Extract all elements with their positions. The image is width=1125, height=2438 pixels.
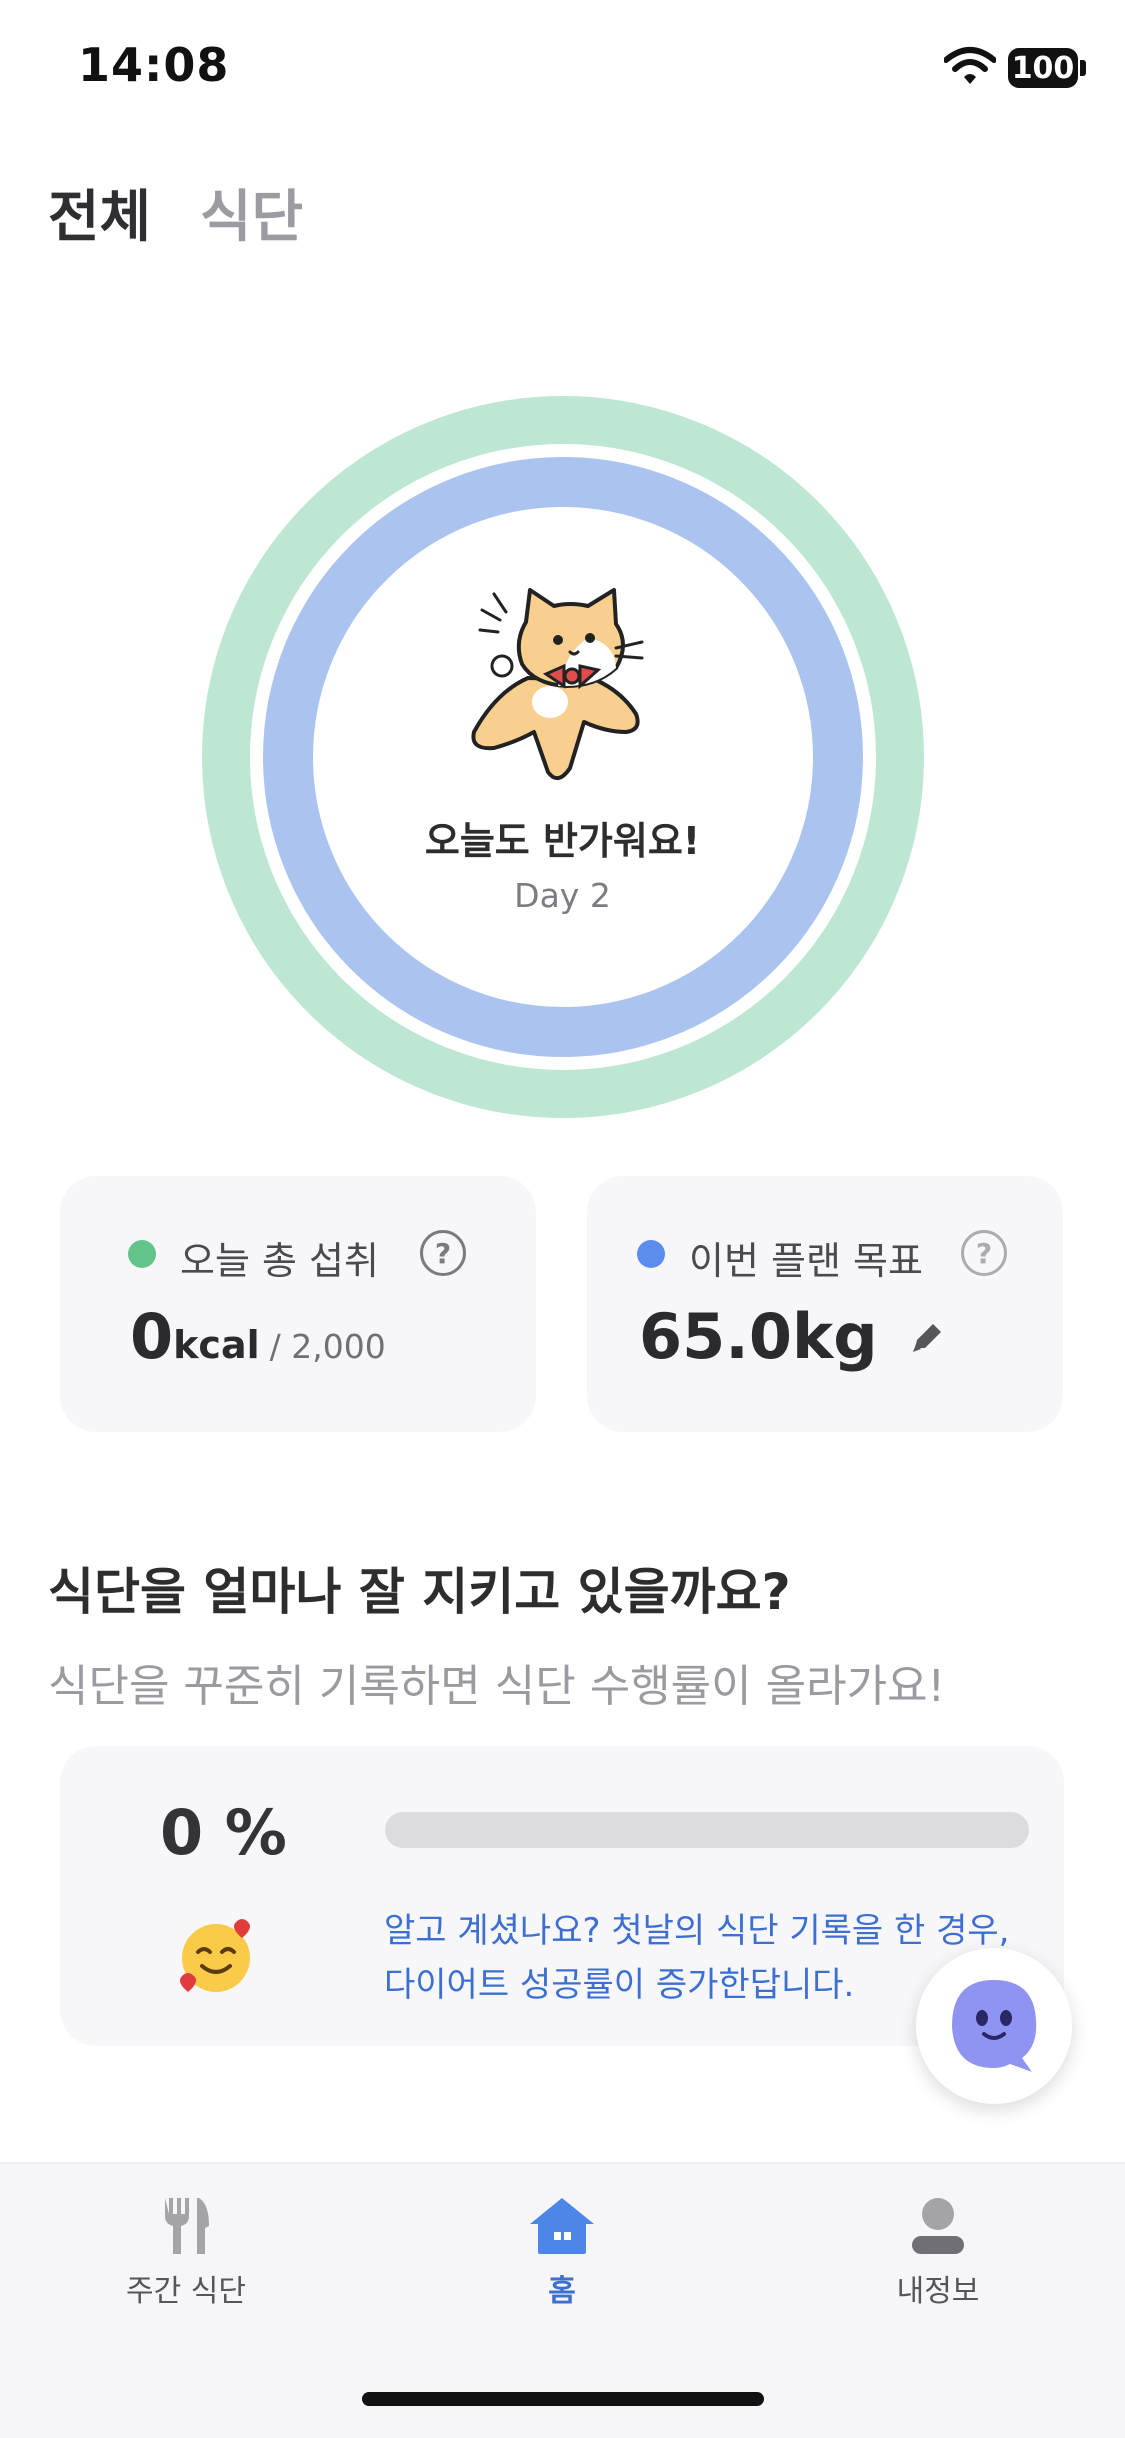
plan-card[interactable]: 이번 플랜 목표 ? 65.0kg: [587, 1176, 1063, 1432]
tip-line-1: 알고 계셨나요? 첫날의 식단 기록을 한 경우,: [384, 1911, 1010, 1951]
fork-knife-icon: [165, 2198, 209, 2254]
intake-value-row: 0 kcal / 2,000: [130, 1300, 386, 1373]
adherence-subtitle: 식단을 꾸준히 기록하면 식단 수행률이 올라가요!: [48, 1661, 946, 1712]
nav-home-label: 홈: [548, 2274, 576, 2309]
home-indicator: [362, 2392, 764, 2406]
chatbot-face-icon: [952, 1980, 1037, 2072]
adherence-title: 식단을 얼마나 잘 지키고 있을까요?: [48, 1563, 791, 1621]
smiling-face-with-hearts-icon: [180, 1919, 250, 1992]
battery-icon: 100: [1008, 48, 1078, 88]
intake-value: 0: [130, 1300, 174, 1373]
plan-title: 이번 플랜 목표: [689, 1239, 923, 1283]
chatbot-button[interactable]: [916, 1948, 1072, 2104]
home-icon: [530, 2198, 594, 2254]
pencil-icon[interactable]: [907, 1318, 947, 1358]
adherence-percent: 0 %: [160, 1796, 287, 1869]
tab-all[interactable]: 전체: [48, 172, 151, 253]
intake-title: 오늘 총 섭취: [180, 1239, 379, 1283]
intake-card[interactable]: 오늘 총 섭취 ? 0 kcal / 2,000: [60, 1176, 536, 1432]
status-time: 14:08: [78, 38, 230, 92]
nav-my-info[interactable]: 내정보: [818, 2196, 1058, 2316]
intake-dot: [128, 1240, 156, 1268]
nav-weekly-meals-label: 주간 식단: [126, 2274, 246, 2309]
question-circle-icon[interactable]: ?: [961, 1230, 1007, 1276]
intake-unit: kcal: [173, 1323, 260, 1367]
cat-mascot-icon: [471, 588, 644, 780]
greeting-text: 오늘도 반가워요!: [424, 819, 701, 863]
question-circle-icon[interactable]: ?: [420, 1230, 466, 1276]
battery-tip: [1080, 60, 1086, 76]
plan-dot: [637, 1240, 665, 1268]
tab-diet[interactable]: 식단: [200, 172, 303, 253]
adherence-progress-bar: [385, 1812, 1029, 1848]
nav-my-info-label: 내정보: [896, 2274, 980, 2309]
day-counter: Day 2: [514, 876, 611, 915]
wifi-icon: [944, 47, 996, 84]
plan-value: 65.0kg: [639, 1300, 878, 1373]
battery-level: 100: [1011, 50, 1075, 86]
nav-weekly-meals[interactable]: 주간 식단: [66, 2196, 306, 2316]
user-icon: [912, 2198, 964, 2254]
intake-goal: / 2,000: [269, 1327, 386, 1366]
nav-home[interactable]: 홈: [442, 2196, 682, 2316]
